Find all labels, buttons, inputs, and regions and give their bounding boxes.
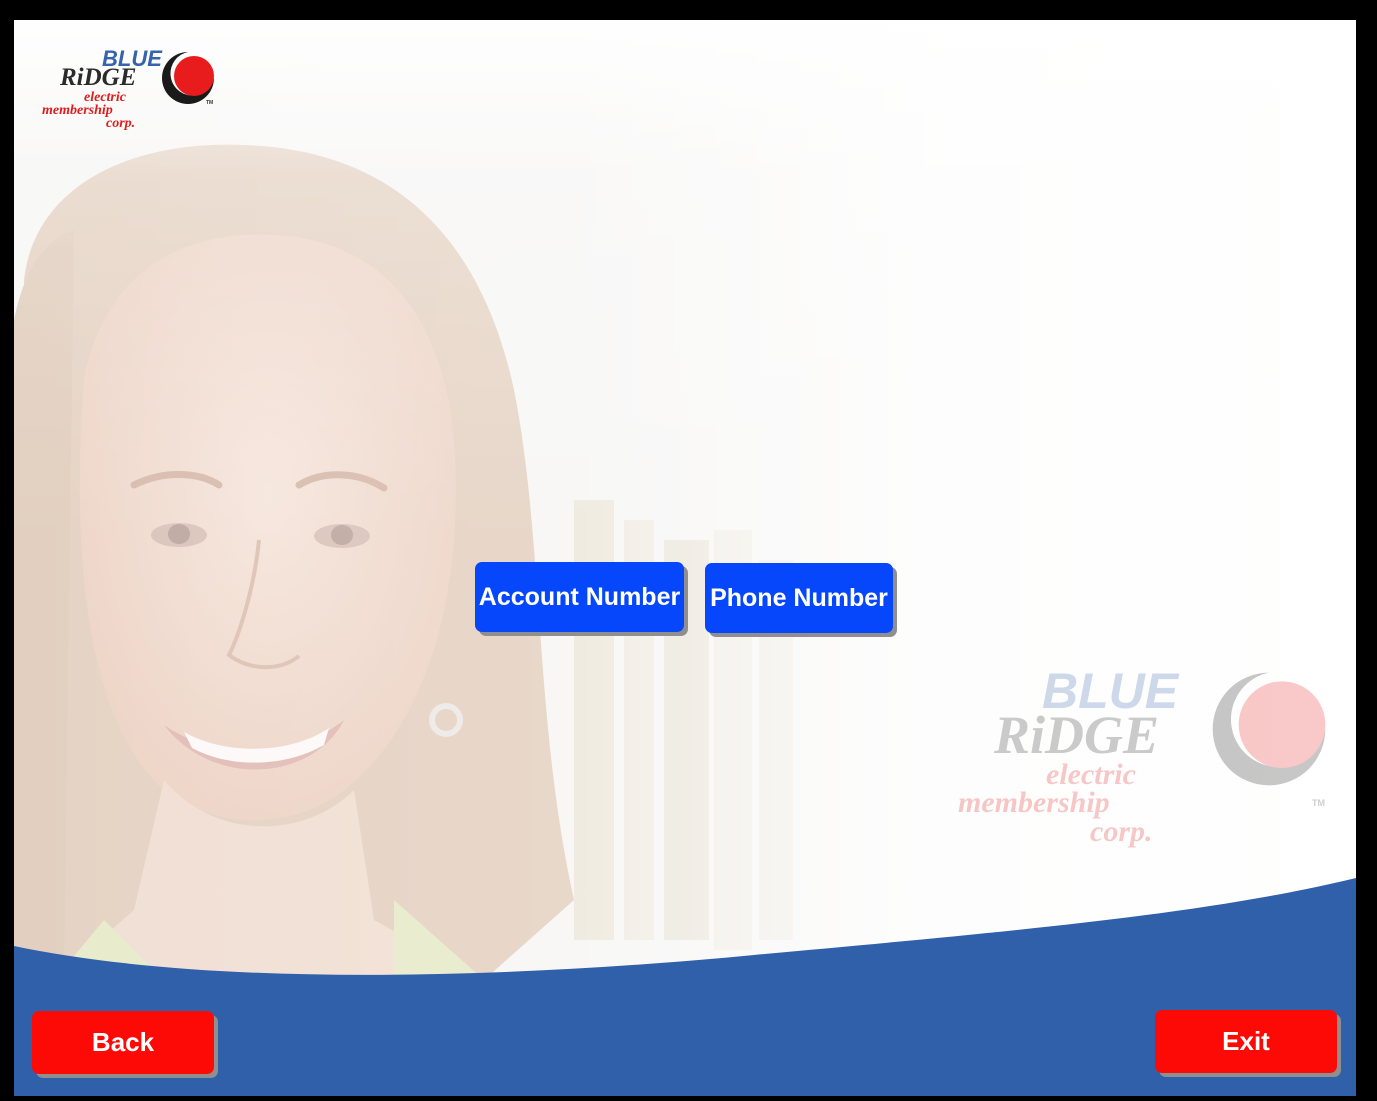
brand-watermark-line5: corp. [1090,815,1153,848]
brand-watermark: BLUE RiDGE electric membership corp. TM [954,662,1334,862]
phone-number-button[interactable]: Phone Number [705,563,893,633]
back-button[interactable]: Back [32,1011,214,1074]
account-number-label: Account Number [478,582,681,611]
brand-watermark-line2: RiDGE [994,705,1160,765]
background-photo [14,20,1356,1096]
back-label: Back [91,1027,155,1057]
brand-watermark-trademark: TM [1312,798,1325,808]
brand-logo-line5: corp. [106,116,136,131]
brand-logo-line4: membership [42,103,113,118]
brand-logo: BLUE RiDGE electric membership corp. TM [38,46,238,136]
brand-logo-line2: RiDGE [60,64,137,91]
phone-number-label: Phone Number [710,583,888,612]
kiosk-screen: BLUE RiDGE electric membership corp. TM … [14,20,1356,1096]
account-number-button[interactable]: Account Number [475,562,684,632]
sun-watermark-icon [1212,672,1326,786]
sun-icon [162,52,214,104]
exit-label: Exit [1222,1026,1270,1056]
brand-watermark-line4: membership [958,786,1110,819]
exit-button[interactable]: Exit [1155,1010,1337,1073]
brand-logo-trademark: TM [206,100,214,106]
